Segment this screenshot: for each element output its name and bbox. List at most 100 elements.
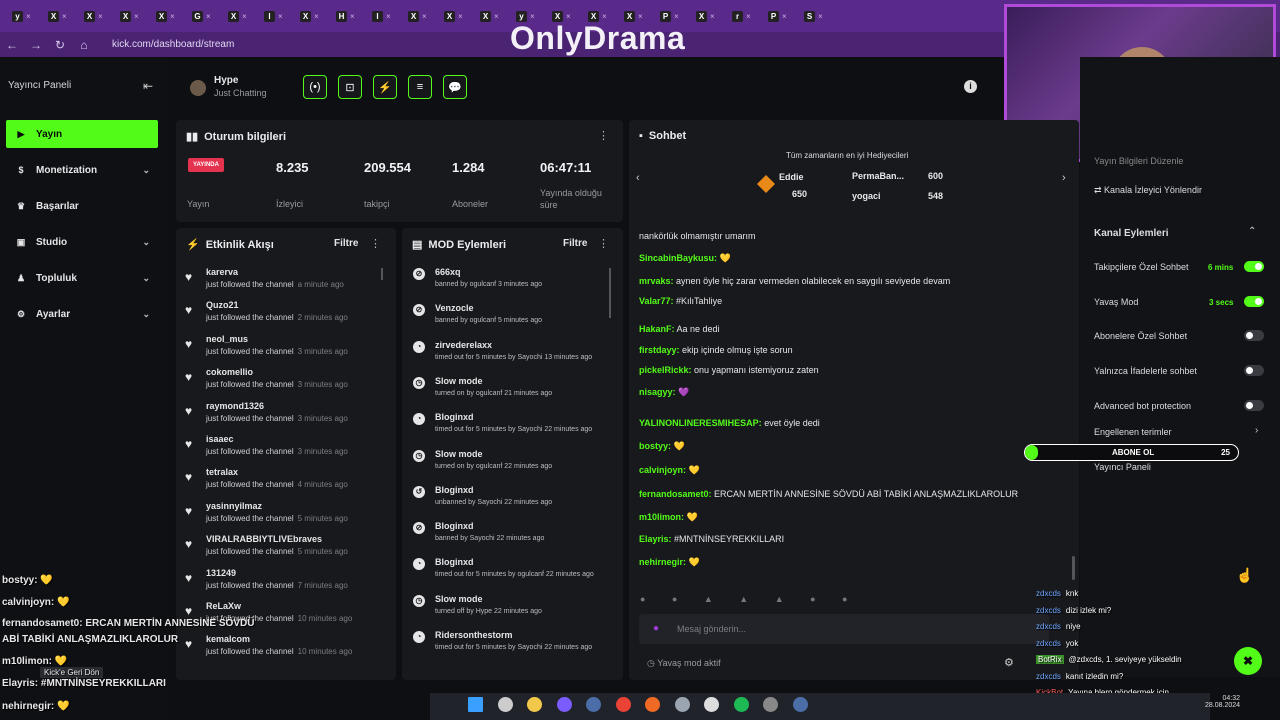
tab-close-icon[interactable]: × <box>458 12 463 21</box>
reload-icon[interactable]: ↻ <box>48 38 72 52</box>
chat-username[interactable]: mrvaks: <box>639 276 674 286</box>
tab-close-icon[interactable]: × <box>782 12 787 21</box>
tab-close-icon[interactable]: × <box>62 12 67 21</box>
blocked-terms-row[interactable]: Engellenen terimler <box>1094 427 1172 437</box>
chat-username[interactable]: m10limon: <box>639 512 684 522</box>
tab-close-icon[interactable]: × <box>494 12 499 21</box>
chat-scrollbar[interactable] <box>1072 556 1075 580</box>
chat-tool-button[interactable]: 💬 <box>443 75 467 99</box>
chevron-down-icon[interactable]: ⌄ <box>142 273 150 284</box>
chat-username[interactable]: bostyy: <box>639 441 671 451</box>
browser-tab[interactable]: I × <box>260 6 292 26</box>
browser-tab[interactable]: H × <box>332 6 364 26</box>
browser-tab[interactable]: X × <box>404 6 436 26</box>
broadcast-tool-button[interactable]: (•) <box>303 75 327 99</box>
home-icon[interactable]: ⌂ <box>72 38 96 52</box>
windows-start-icon[interactable] <box>468 697 483 712</box>
back-icon[interactable]: ← <box>0 38 24 52</box>
tab-close-icon[interactable]: × <box>170 12 175 21</box>
more-options-icon[interactable]: ⋮ <box>598 129 609 142</box>
tab-close-icon[interactable]: × <box>278 12 283 21</box>
chat-username[interactable]: YALINONLINERESMIHESAP: <box>639 418 762 428</box>
tab-close-icon[interactable]: × <box>710 12 715 21</box>
prev-gifter-icon[interactable]: ‹ <box>636 172 640 184</box>
activity-scrollbar[interactable] <box>381 268 383 280</box>
tab-close-icon[interactable]: × <box>206 12 211 21</box>
browser-tab[interactable]: X × <box>80 6 112 26</box>
channel-action-toggle[interactable] <box>1244 399 1264 411</box>
sidebar-item-ayarlar[interactable]: ⚙ Ayarlar ⌄ <box>6 300 158 328</box>
channel-action-toggle[interactable] <box>1244 365 1264 377</box>
channel-action-toggle[interactable] <box>1244 261 1264 272</box>
browser-tab[interactable]: P × <box>764 6 796 26</box>
chat-username[interactable]: calvinjoyn: <box>639 465 686 475</box>
chat-username[interactable]: firstdayy: <box>639 345 680 355</box>
chat-username[interactable]: nehirnegir: <box>639 557 686 567</box>
tab-close-icon[interactable]: × <box>818 12 823 21</box>
browser-tab[interactable]: X × <box>44 6 76 26</box>
sidebar-item-yayın[interactable]: ▶ Yayın <box>6 120 158 148</box>
activity-filter-button[interactable]: Filtre <box>334 238 358 249</box>
steam-icon[interactable] <box>792 697 808 712</box>
terminal-icon[interactable] <box>763 697 778 712</box>
chevron-right-icon[interactable]: › <box>1255 425 1258 436</box>
chat-username[interactable]: fernandosamet0: <box>639 489 712 499</box>
browser-tab[interactable]: X × <box>476 6 508 26</box>
browser-tab[interactable]: X × <box>440 6 472 26</box>
steam-icon[interactable] <box>586 697 601 712</box>
browser-tab[interactable]: r × <box>728 6 760 26</box>
tab-close-icon[interactable]: × <box>350 12 355 21</box>
tab-close-icon[interactable]: × <box>134 12 139 21</box>
tab-close-icon[interactable]: × <box>98 12 103 21</box>
info-icon[interactable]: i <box>964 80 977 93</box>
chat-username[interactable]: nisagyy: <box>639 387 676 397</box>
mail-icon[interactable] <box>674 697 690 712</box>
collapse-sidebar-icon[interactable]: ⇤ <box>143 79 153 93</box>
streamer-panel-link[interactable]: Yayıncı Paneli <box>1094 462 1151 472</box>
browser-tab[interactable]: X × <box>116 6 148 26</box>
notes-tool-button[interactable]: ≡ <box>408 75 432 99</box>
browser-tab[interactable]: X × <box>152 6 184 26</box>
folder-icon[interactable] <box>527 697 542 712</box>
emote-bar[interactable]: ● ● ▲ ▲ ▲ ● ● <box>640 594 859 604</box>
edit-stream-info[interactable]: Yayın Bilgileri Düzenle <box>1094 156 1183 166</box>
mic-icon[interactable]: ● <box>653 623 659 634</box>
browser-tab[interactable]: y × <box>8 6 40 26</box>
browser-tab[interactable]: I × <box>368 6 400 26</box>
mod-scrollbar[interactable] <box>609 268 611 318</box>
tab-close-icon[interactable]: × <box>746 12 751 21</box>
sidebar-item-başarılar[interactable]: ♛ Başarılar <box>6 192 158 220</box>
kick-fab-icon[interactable]: ✖ <box>1234 647 1262 675</box>
url-text[interactable]: kick.com/dashboard/stream <box>112 39 234 50</box>
chevron-up-icon[interactable]: ⌃ <box>1248 226 1256 237</box>
spotify-icon[interactable] <box>733 697 749 712</box>
capture-tool-button[interactable]: ⊡ <box>338 75 362 99</box>
chevron-down-icon[interactable]: ⌄ <box>142 309 150 320</box>
tab-close-icon[interactable]: × <box>386 12 391 21</box>
chevron-down-icon[interactable]: ⌄ <box>142 165 150 176</box>
chat-username[interactable]: HakanF: <box>639 324 675 334</box>
more-options-icon[interactable]: ⋮ <box>370 237 381 250</box>
tab-close-icon[interactable]: × <box>314 12 319 21</box>
flash-tool-button[interactable]: ⚡ <box>373 75 397 99</box>
browser-tab[interactable]: X × <box>224 6 256 26</box>
sidebar-item-studio[interactable]: ▣ Studio ⌄ <box>6 228 158 256</box>
forward-icon[interactable]: → <box>24 38 48 52</box>
tab-close-icon[interactable]: × <box>422 12 427 21</box>
xbox-icon[interactable] <box>704 697 719 712</box>
discord-icon[interactable] <box>556 697 572 712</box>
chrome-icon[interactable] <box>615 697 631 712</box>
browser-tab[interactable]: X × <box>692 6 724 26</box>
sidebar-item-monetization[interactable]: $ Monetization ⌄ <box>6 156 158 184</box>
files-icon[interactable] <box>497 697 513 712</box>
mod-filter-button[interactable]: Filtre <box>563 238 587 249</box>
next-gifter-icon[interactable]: › <box>1062 172 1066 184</box>
firefox-icon[interactable] <box>645 697 660 712</box>
channel-action-toggle[interactable] <box>1244 330 1264 342</box>
sidebar-item-topluluk[interactable]: ♟ Topluluk ⌄ <box>6 264 158 292</box>
chevron-down-icon[interactable]: ⌄ <box>142 237 150 248</box>
redirect-viewers-row[interactable]: ⇄ Kanala İzleyici Yönlendir <box>1094 185 1202 196</box>
tab-close-icon[interactable]: × <box>26 12 31 21</box>
chat-username[interactable]: Valar77: <box>639 296 674 306</box>
chat-settings-icon[interactable]: ⚙ <box>1004 656 1014 669</box>
